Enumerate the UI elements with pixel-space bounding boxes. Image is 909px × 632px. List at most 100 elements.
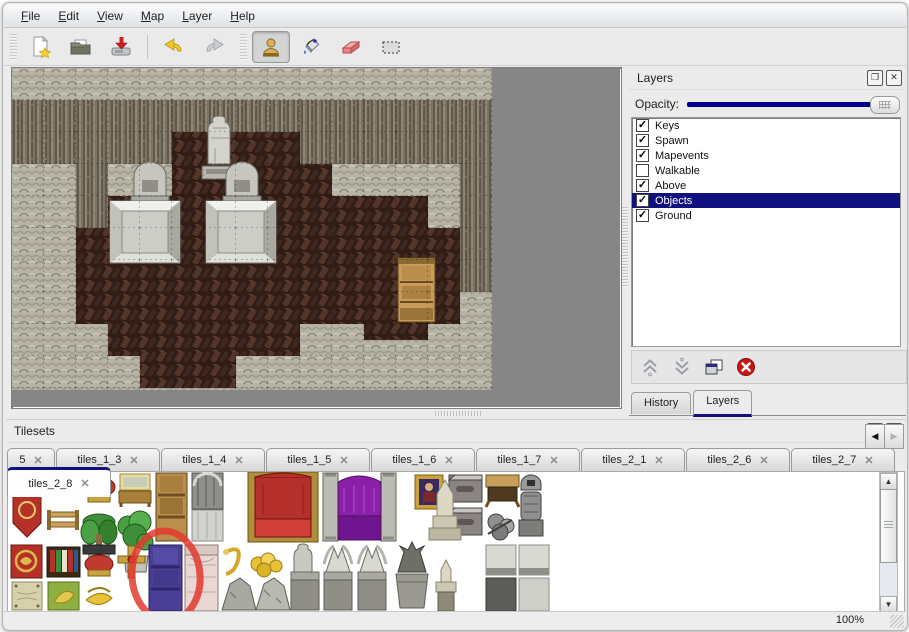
tileset-tab-tiles_2_7[interactable]: tiles_2_7✕ [791,448,895,471]
open-file-button[interactable] [62,31,100,63]
horizontal-splitter-grip[interactable] [435,411,483,416]
undo-button[interactable] [155,31,193,63]
tileset-scrollbar[interactable]: ▲ ▼ [879,472,898,614]
tile-spool-red[interactable] [83,545,115,576]
tileset-tab-tiles_2_1[interactable]: tiles_2_1✕ [581,448,685,471]
save-button[interactable] [102,31,140,63]
layer-visibility-checkbox[interactable]: ✓ [636,134,649,147]
dock-tab-history[interactable]: History [631,392,691,414]
close-tab-icon[interactable]: ✕ [759,454,768,467]
layer-row-keys[interactable]: ✓ Keys [632,118,900,133]
tile-stone-platform[interactable] [486,545,549,611]
stamp-tool-button[interactable] [252,31,290,63]
tile-banana-pile[interactable] [86,588,112,605]
tile-rocks[interactable] [222,578,290,610]
float-panel-button[interactable]: ❐ [867,70,883,86]
layer-visibility-checkbox[interactable]: ✓ [636,149,649,162]
menu-help[interactable]: Help [221,6,264,26]
layers-list: ✓ Keys✓Spawn✓MapeventsWalkable✓Above✓Obje… [631,117,901,347]
tileset-tab-tiles_1_4[interactable]: tiles_1_4 ✕ [161,448,265,471]
tile-gargoyle[interactable] [396,542,428,608]
tabs-scroll-right-button[interactable]: ▶ [884,424,904,449]
tile-flag-emblem[interactable] [11,545,42,578]
layer-label: Keys [655,120,679,132]
tileset-tab-tiles_2_8[interactable]: tiles_2_8✕ [7,467,111,497]
tile-gold-pile[interactable] [251,553,282,577]
move-layer-down-button[interactable] [670,355,694,379]
resize-grip[interactable] [890,615,904,628]
horizontal-splitter[interactable] [11,409,620,418]
layer-row-objects[interactable]: ✓Objects [632,193,900,208]
tileset-content[interactable]: ▲ ▼ [7,471,905,615]
toolbar-grip-2[interactable] [240,34,247,60]
close-tab-icon[interactable]: ✕ [33,454,42,467]
menu-file[interactable]: File [12,6,49,26]
scroll-up-button[interactable]: ▲ [880,473,897,490]
statusbar: 100% [4,611,906,629]
close-tab-icon[interactable]: ✕ [129,454,138,467]
tileset-tab-label: tiles_2_6 [707,454,751,466]
opacity-slider-track[interactable] [687,102,900,107]
layers-panel-title: Layers [637,71,673,85]
tile-knight-armor[interactable] [519,475,543,536]
tile-chest-wood[interactable] [486,475,519,507]
close-tab-icon[interactable]: ✕ [234,454,243,467]
vertical-splitter[interactable] [622,67,628,407]
tile-throne-purple[interactable] [323,473,396,541]
layer-row-mapevents[interactable]: ✓Mapevents [632,148,900,163]
tile-parchment[interactable] [12,582,42,610]
layer-visibility-checkbox[interactable]: ✓ [636,179,649,192]
menu-view[interactable]: View [88,6,132,26]
tileset-tab-tiles_2_6[interactable]: tiles_2_6 ✕ [686,448,790,471]
close-tab-icon[interactable]: ✕ [549,454,558,467]
duplicate-layer-button[interactable] [702,355,726,379]
tile-armor-pile[interactable] [488,514,514,540]
dock-tab-layers[interactable]: Layers [693,390,752,417]
toolbar-grip[interactable] [10,34,17,60]
close-tab-icon[interactable]: ✕ [80,477,89,490]
layer-visibility-checkbox[interactable]: ✓ [636,194,649,207]
redo-button[interactable] [195,31,233,63]
tileset-tab-tiles_1_6[interactable]: tiles_1_6✕ [371,448,475,471]
tileset-tab-tiles_1_5[interactable]: tiles_1_5✕ [266,448,370,471]
tile-statue-angel-left[interactable] [324,546,352,610]
move-layer-up-button[interactable] [638,355,662,379]
tile-flag-green[interactable] [48,582,79,610]
delete-layer-button[interactable] [734,355,758,379]
tile-throne-red[interactable] [248,472,318,542]
tile-dresser-mirror[interactable] [119,474,151,507]
map-canvas[interactable] [11,67,622,409]
layer-visibility-checkbox[interactable]: ✓ [636,119,649,132]
layer-row-above[interactable]: ✓Above [632,178,900,193]
tile-gate-gray[interactable] [192,473,223,541]
close-tab-icon[interactable]: ✕ [864,454,873,467]
layer-visibility-checkbox[interactable]: ✓ [636,209,649,222]
layer-visibility-checkbox[interactable] [636,164,649,177]
fill-tool-button[interactable] [292,31,330,63]
vertical-splitter-grip[interactable] [622,207,628,287]
layer-row-ground[interactable]: ✓Ground [632,208,900,223]
tile-hook-gold[interactable] [223,549,239,574]
close-tab-icon[interactable]: ✕ [339,454,348,467]
tile-bookshelf[interactable] [47,547,80,577]
tile-door-purple[interactable] [149,545,182,611]
eraser-tool-button[interactable] [332,31,370,63]
new-file-button[interactable] [22,31,60,63]
menu-edit[interactable]: Edit [49,6,88,26]
menu-map[interactable]: Map [132,6,173,26]
close-tab-icon[interactable]: ✕ [654,454,663,467]
tile-statue-hooded[interactable] [291,544,319,610]
layer-row-walkable[interactable]: Walkable [632,163,900,178]
opacity-slider-thumb[interactable] [870,96,900,114]
opacity-slider[interactable] [687,95,900,113]
close-panel-button[interactable]: ✕ [886,70,902,86]
tileset-tab-tiles_1_7[interactable]: tiles_1_7✕ [476,448,580,471]
menu-layer[interactable]: Layer [173,6,221,26]
tileset-tab-label: tiles_1_4 [182,454,226,466]
tabs-scroll-left-button[interactable]: ◀ [865,424,885,449]
scrollbar-thumb[interactable] [880,489,897,563]
close-tab-icon[interactable]: ✕ [444,454,453,467]
layer-row-spawn[interactable]: ✓Spawn [632,133,900,148]
tile-statue-angel-right[interactable] [358,546,386,610]
select-tool-button[interactable] [372,31,410,63]
